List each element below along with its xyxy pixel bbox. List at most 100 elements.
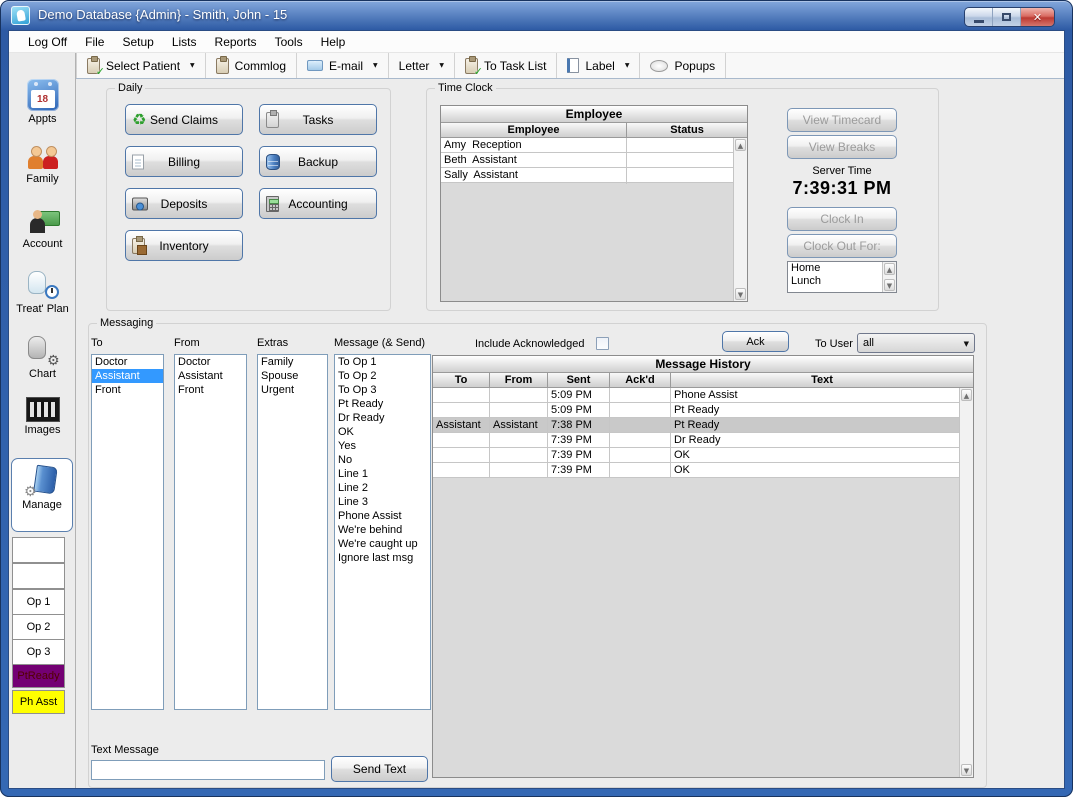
close-button[interactable]: ✕ (1021, 8, 1054, 26)
op-cell-ptready[interactable]: PtReady (12, 664, 65, 688)
list-item[interactable]: OK (335, 425, 430, 439)
op-cell-op3[interactable]: Op 3 (12, 639, 65, 665)
history-row[interactable]: 7:39 PM OK (433, 463, 959, 478)
letter-button[interactable]: Letter ▼ (389, 53, 454, 78)
sidebar-item-chart[interactable]: Chart (9, 334, 76, 380)
list-item[interactable]: Urgent (258, 383, 327, 397)
employee-table-scrollbar[interactable] (733, 138, 747, 301)
history-row[interactable]: 5:09 PM Pt Ready (433, 403, 959, 418)
employee-row[interactable]: Sally Assistant (441, 168, 733, 183)
sidebar-item-manage-selected[interactable]: Manage (11, 458, 73, 532)
sidebar-item-account[interactable]: Account (9, 204, 76, 250)
message-send-listbox[interactable]: To Op 1 To Op 2 To Op 3 Pt Ready Dr Read… (334, 354, 431, 710)
break-option-lunch[interactable]: Lunch (788, 275, 896, 288)
employee-row[interactable]: Beth Assistant (441, 153, 733, 168)
menu-item-lists[interactable]: Lists (163, 32, 206, 52)
chevron-down-icon[interactable]: ▼ (621, 62, 630, 69)
menu-item-reports[interactable]: Reports (206, 32, 266, 52)
clock-in-button[interactable]: Clock In (787, 207, 897, 231)
label-button[interactable]: Label ▼ (557, 53, 639, 78)
backup-button[interactable]: Backup (259, 146, 377, 177)
titlebar[interactable]: Demo Database {Admin} - Smith, John - 15… (0, 0, 1073, 30)
send-claims-button[interactable]: Send Claims (125, 104, 243, 135)
deposits-button[interactable]: Deposits (125, 188, 243, 219)
list-item[interactable]: No (335, 453, 430, 467)
break-list-scrollbar[interactable] (882, 262, 896, 292)
history-scrollbar[interactable] (959, 388, 973, 777)
billing-button[interactable]: Billing (125, 146, 243, 177)
list-item[interactable]: Ignore last msg (335, 551, 430, 565)
send-text-button[interactable]: Send Text (331, 756, 428, 782)
history-row-selected[interactable]: Assistant Assistant 7:38 PM Pt Ready (433, 418, 959, 433)
op-cell-ph-asst[interactable]: Ph Asst (12, 690, 65, 714)
list-item[interactable]: Front (92, 383, 163, 397)
list-item[interactable]: To Op 1 (335, 355, 430, 369)
include-acknowledged-checkbox[interactable] (596, 337, 609, 350)
scroll-down-icon[interactable] (961, 764, 972, 776)
break-option-home[interactable]: Home (788, 262, 896, 275)
list-item[interactable]: Line 3 (335, 495, 430, 509)
to-task-list-button[interactable]: To Task List (455, 53, 556, 78)
text-message-input[interactable] (91, 760, 325, 780)
scroll-up-icon[interactable] (884, 263, 895, 275)
list-item[interactable]: Yes (335, 439, 430, 453)
op-slot-empty[interactable] (12, 563, 65, 589)
break-options-list[interactable]: Home Lunch (787, 261, 897, 293)
list-item[interactable]: Front (175, 383, 246, 397)
view-timecard-button[interactable]: View Timecard (787, 108, 897, 132)
to-listbox[interactable]: Doctor Assistant Front (91, 354, 164, 710)
menu-item-help[interactable]: Help (312, 32, 355, 52)
chevron-down-icon[interactable]: ▼ (186, 62, 195, 69)
menu-item-setup[interactable]: Setup (113, 32, 162, 52)
scroll-up-icon[interactable] (735, 139, 746, 151)
chevron-down-icon[interactable]: ▼ (435, 62, 444, 69)
op-cell-op2[interactable]: Op 2 (12, 614, 65, 640)
list-item[interactable]: Dr Ready (335, 411, 430, 425)
select-patient-button[interactable]: Select Patient ▼ (77, 53, 205, 78)
list-item[interactable]: Doctor (92, 355, 163, 369)
list-item[interactable]: To Op 3 (335, 383, 430, 397)
list-item[interactable]: Spouse (258, 369, 327, 383)
sidebar-item-treat-plan[interactable]: Treat' Plan (9, 269, 76, 315)
email-button[interactable]: E-mail ▼ (297, 53, 388, 78)
list-item[interactable]: We're behind (335, 523, 430, 537)
to-user-dropdown[interactable]: all (857, 333, 975, 353)
op-cell-op1[interactable]: Op 1 (12, 589, 65, 615)
list-item[interactable]: Line 2 (335, 481, 430, 495)
list-item[interactable]: Pt Ready (335, 397, 430, 411)
list-item[interactable]: Phone Assist (335, 509, 430, 523)
from-listbox[interactable]: Doctor Assistant Front (174, 354, 247, 710)
accounting-button[interactable]: Accounting (259, 188, 377, 219)
inventory-button[interactable]: Inventory (125, 230, 243, 261)
extras-listbox[interactable]: Family Spouse Urgent (257, 354, 328, 710)
commlog-button[interactable]: Commlog (206, 53, 296, 78)
tasks-button[interactable]: Tasks (259, 104, 377, 135)
menu-item-file[interactable]: File (76, 32, 113, 52)
popups-button[interactable]: Popups (640, 53, 725, 78)
sidebar-item-appts[interactable]: 18 Appts (9, 79, 76, 125)
list-item[interactable]: Doctor (175, 355, 246, 369)
history-row[interactable]: 7:39 PM Dr Ready (433, 433, 959, 448)
minimize-button[interactable] (965, 8, 993, 26)
scroll-down-icon[interactable] (735, 288, 746, 300)
history-row[interactable]: 7:39 PM OK (433, 448, 959, 463)
view-breaks-button[interactable]: View Breaks (787, 135, 897, 159)
list-item[interactable]: Family (258, 355, 327, 369)
op-slot-empty[interactable] (12, 537, 65, 563)
history-row[interactable]: 5:09 PM Phone Assist (433, 388, 959, 403)
scroll-down-icon[interactable] (884, 279, 895, 291)
menu-item-tools[interactable]: Tools (266, 32, 312, 52)
list-item[interactable]: We're caught up (335, 537, 430, 551)
list-item[interactable]: To Op 2 (335, 369, 430, 383)
employee-row[interactable]: Amy Reception (441, 138, 733, 153)
ack-button[interactable]: Ack (722, 331, 789, 352)
sidebar-item-images[interactable]: Images (9, 397, 76, 436)
list-item[interactable]: Line 1 (335, 467, 430, 481)
clock-out-for-button[interactable]: Clock Out For: (787, 234, 897, 258)
scroll-up-icon[interactable] (961, 389, 972, 401)
list-item[interactable]: Assistant (175, 369, 246, 383)
sidebar-item-family[interactable]: Family (9, 139, 76, 185)
list-item-selected[interactable]: Assistant (92, 369, 163, 383)
maximize-button[interactable] (993, 8, 1021, 26)
menu-item-log-off[interactable]: Log Off (19, 32, 76, 52)
